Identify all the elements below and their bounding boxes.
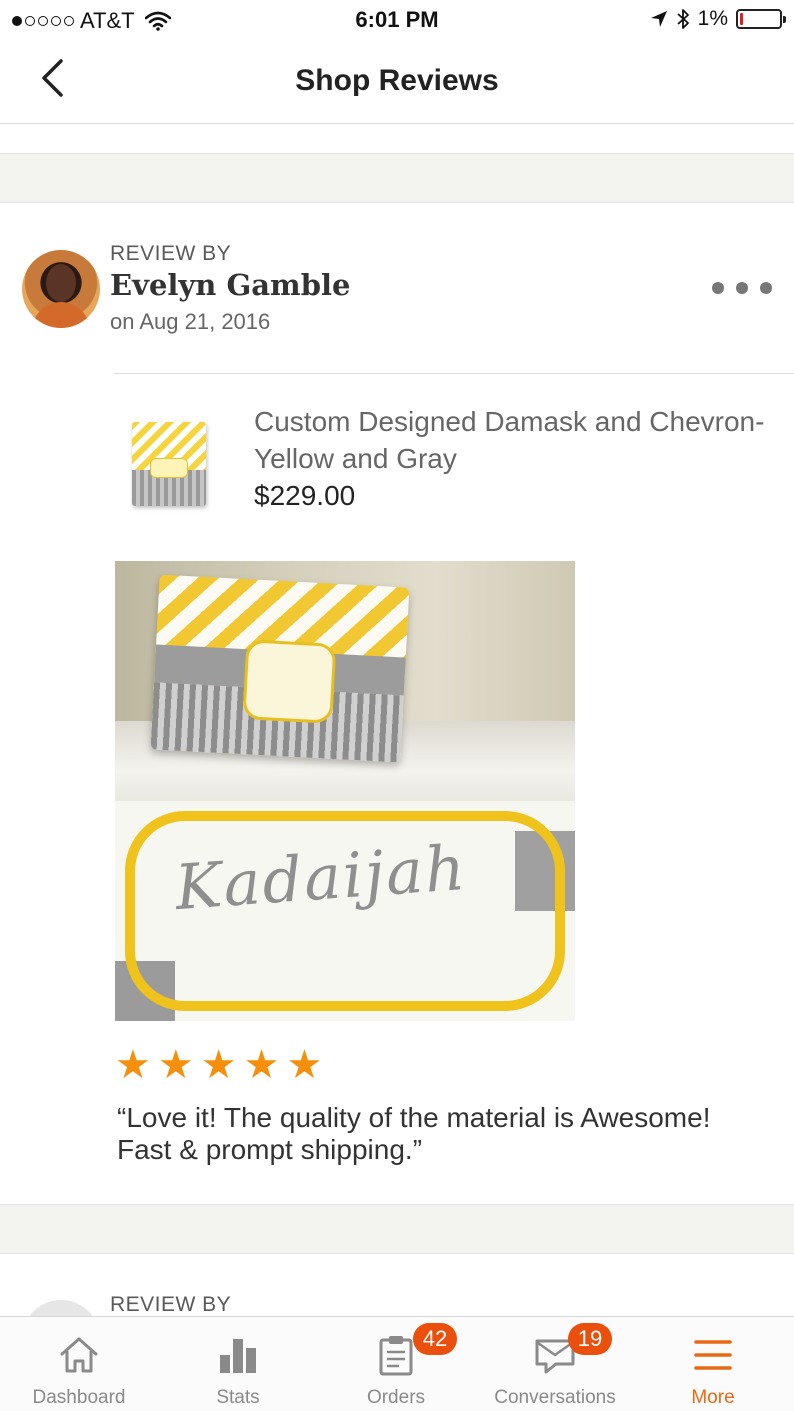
star-icon: ★ <box>157 1043 194 1087</box>
more-options-button[interactable] <box>712 272 772 304</box>
avatar-face <box>46 264 76 302</box>
conversations-badge: 19 <box>568 1323 612 1355</box>
clipboard-icon <box>374 1333 418 1377</box>
listing-thumbnail[interactable] <box>128 418 210 516</box>
star-icon: ★ <box>115 1043 151 1087</box>
thumbnail-monogram <box>150 458 188 478</box>
tab-bar: Dashboard Stats 42 Orders 19 Conversatio… <box>0 1316 794 1411</box>
reviewer-name[interactable]: Evelyn Gamble <box>110 268 350 302</box>
location-arrow-icon <box>650 11 667 27</box>
avatar-shirt <box>32 302 90 328</box>
bar-chart-icon <box>216 1333 260 1377</box>
tab-label: Orders <box>366 1387 426 1408</box>
tab-stats[interactable]: Stats <box>159 1317 317 1411</box>
tab-dashboard[interactable]: Dashboard <box>0 1317 158 1411</box>
nav-bar: Shop Reviews <box>0 40 794 124</box>
tab-label: More <box>691 1387 735 1408</box>
pillow-monogram <box>242 639 337 724</box>
battery-icon <box>736 9 786 29</box>
page-title: Shop Reviews <box>295 64 499 97</box>
status-right: 1% <box>650 7 786 31</box>
section-separator <box>0 153 794 203</box>
home-icon <box>57 1333 101 1377</box>
tab-more[interactable]: More <box>634 1317 792 1411</box>
orders-badge: 42 <box>413 1323 457 1355</box>
more-dot <box>760 282 772 294</box>
tab-orders[interactable]: 42 Orders <box>317 1317 475 1411</box>
listing-title[interactable]: Custom Designed Damask and Chevron-Yello… <box>254 403 774 477</box>
star-icon: ★ <box>200 1043 237 1087</box>
review-photo[interactable]: Kadaijah <box>115 561 575 1021</box>
listing-price: $229.00 <box>254 480 356 511</box>
review-date: on Aug 21, 2016 <box>110 309 271 334</box>
star-icon: ★ <box>286 1043 323 1087</box>
tab-label: Stats <box>216 1387 260 1408</box>
photo-pillow <box>150 574 410 763</box>
status-bar: AT&T 6:01 PM 1% <box>0 0 794 40</box>
tab-label: Conversations <box>494 1387 616 1408</box>
tab-label: Dashboard <box>32 1387 126 1408</box>
review-by-label: REVIEW BY <box>110 242 232 265</box>
battery-level <box>740 13 743 25</box>
menu-icon <box>691 1333 735 1377</box>
tab-conversations[interactable]: 19 Conversations <box>476 1317 634 1411</box>
star-icon: ★ <box>243 1043 280 1087</box>
more-dot <box>736 282 748 294</box>
more-dot <box>712 282 724 294</box>
review-text: “Love it! The quality of the material is… <box>117 1102 711 1165</box>
review-by-label: REVIEW BY <box>110 1293 232 1316</box>
reviewer-avatar[interactable] <box>22 250 100 328</box>
star-rating: ★ ★ ★ ★ ★ <box>115 1045 322 1085</box>
section-separator <box>0 1204 794 1254</box>
divider <box>114 373 794 374</box>
bluetooth-icon <box>677 9 689 29</box>
battery-percent: 1% <box>697 7 728 30</box>
